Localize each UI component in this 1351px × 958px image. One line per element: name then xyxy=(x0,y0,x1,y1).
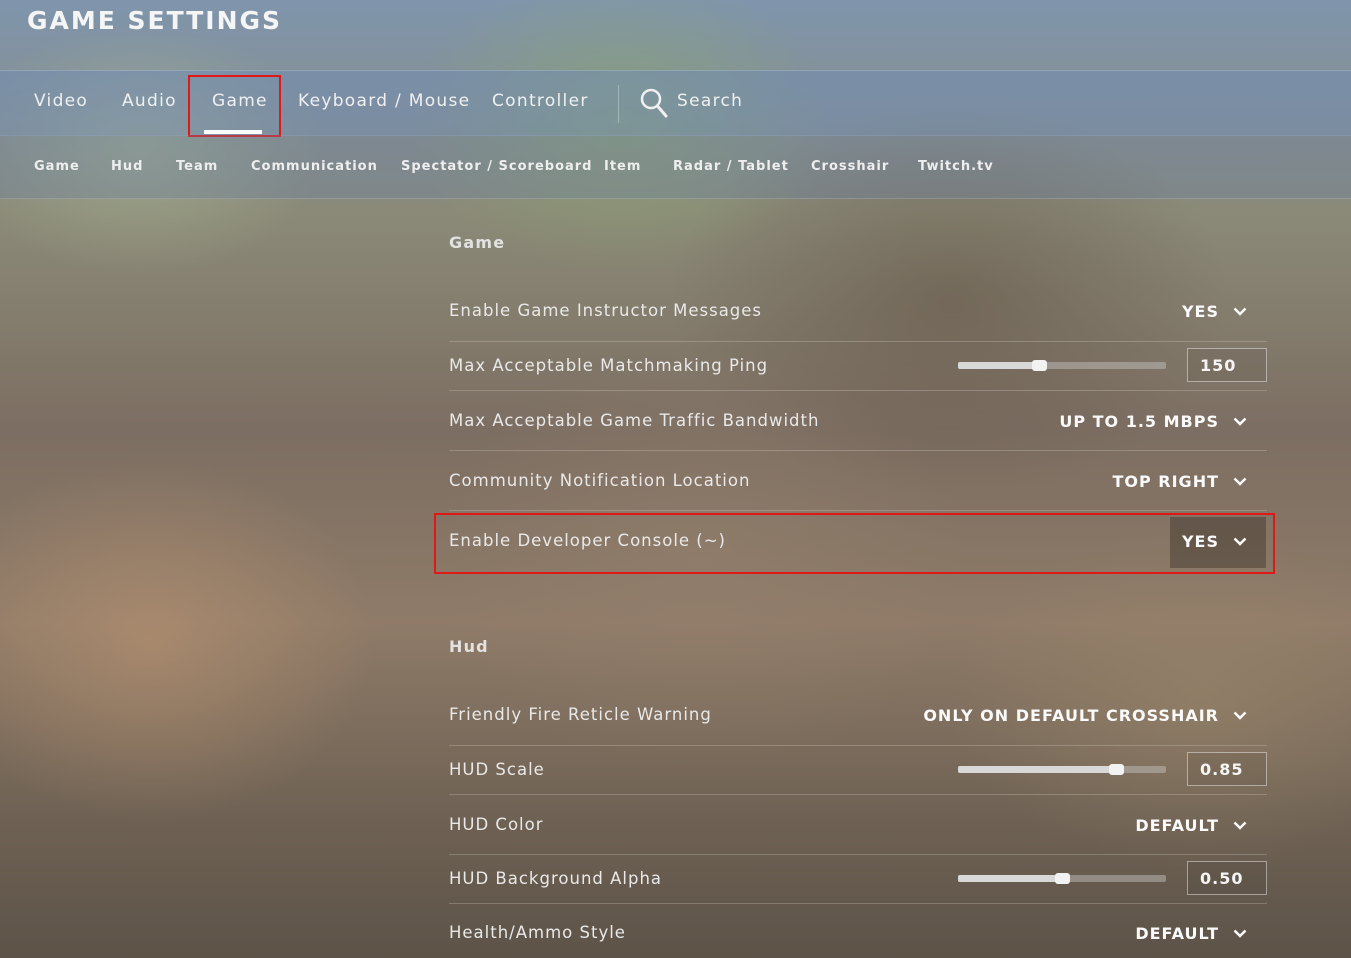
hud-color-dropdown[interactable]: DEFAULT xyxy=(1135,816,1247,835)
subtab-hud[interactable]: Hud xyxy=(111,159,143,174)
enable-instructor-dropdown[interactable]: YES xyxy=(1182,302,1247,321)
setting-label: Max Acceptable Game Traffic Bandwidth xyxy=(449,411,820,430)
slider-fill xyxy=(958,362,1040,369)
slider-handle[interactable] xyxy=(1055,873,1070,884)
tab-keyboard-mouse[interactable]: Keyboard / Mouse xyxy=(298,91,470,111)
setting-row: HUD Color DEFAULT xyxy=(449,794,1267,855)
setting-row: Max Acceptable Matchmaking Ping 150 xyxy=(449,341,1267,391)
slider-fill xyxy=(958,875,1062,882)
tab-game-highlight xyxy=(188,75,281,137)
page-title: GAME SETTINGS xyxy=(27,6,283,35)
hud-scale-slider[interactable] xyxy=(958,764,1166,775)
tab-divider xyxy=(618,85,619,123)
slider-handle[interactable] xyxy=(1032,360,1048,371)
dropdown-value: UP TO 1.5 MBPS xyxy=(1059,412,1219,431)
hud-scale-input[interactable]: 0.85 xyxy=(1187,752,1267,786)
dropdown-value: DEFAULT xyxy=(1135,816,1219,835)
setting-label: Enable Game Instructor Messages xyxy=(449,301,763,320)
subtab-game[interactable]: Game xyxy=(34,159,80,174)
setting-row: Enable Game Instructor Messages YES xyxy=(449,287,1267,342)
setting-row: HUD Background Alpha 0.50 xyxy=(449,854,1267,904)
search-button[interactable]: Search xyxy=(677,91,743,111)
subtab-team[interactable]: Team xyxy=(176,159,218,174)
health-ammo-style-dropdown[interactable]: DEFAULT xyxy=(1135,924,1247,943)
setting-label: HUD Scale xyxy=(449,760,545,779)
matchmaking-ping-slider[interactable] xyxy=(958,360,1166,371)
section-title-hud: Hud xyxy=(449,637,489,656)
tab-controller[interactable]: Controller xyxy=(492,91,589,111)
chevron-down-icon xyxy=(1233,477,1247,486)
setting-label: Community Notification Location xyxy=(449,471,751,490)
subtab-radar-tablet[interactable]: Radar / Tablet xyxy=(673,159,789,174)
section-title-game: Game xyxy=(449,233,506,252)
setting-label: Health/Ammo Style xyxy=(449,923,626,942)
setting-label: Friendly Fire Reticle Warning xyxy=(449,705,712,724)
search-icon[interactable] xyxy=(640,88,668,118)
slider-handle[interactable] xyxy=(1109,764,1125,775)
setting-row: HUD Scale 0.85 xyxy=(449,745,1267,795)
chevron-down-icon xyxy=(1233,929,1247,938)
hud-background-alpha-input[interactable]: 0.50 xyxy=(1187,861,1267,895)
slider-fill xyxy=(958,766,1117,773)
tab-audio[interactable]: Audio xyxy=(122,91,177,111)
sub-tab-bar: Game Hud Team Communication Spectator / … xyxy=(0,135,1351,199)
chevron-down-icon xyxy=(1233,711,1247,720)
developer-console-highlight xyxy=(434,513,1275,574)
setting-row: Health/Ammo Style DEFAULT xyxy=(449,903,1267,958)
notification-location-dropdown[interactable]: TOP RIGHT xyxy=(1112,472,1247,491)
chevron-down-icon xyxy=(1233,307,1247,316)
setting-row: Community Notification Location TOP RIGH… xyxy=(449,450,1267,511)
setting-label: HUD Background Alpha xyxy=(449,869,663,888)
dropdown-value: TOP RIGHT xyxy=(1112,472,1219,491)
subtab-communication[interactable]: Communication xyxy=(251,159,378,174)
setting-row: Friendly Fire Reticle Warning ONLY ON DE… xyxy=(449,691,1267,746)
hud-background-alpha-slider[interactable] xyxy=(958,873,1166,884)
chevron-down-icon xyxy=(1233,417,1247,426)
subtab-item[interactable]: Item xyxy=(604,159,641,174)
dropdown-value: DEFAULT xyxy=(1135,924,1219,943)
subtab-spectator-scoreboard[interactable]: Spectator / Scoreboard xyxy=(401,159,593,174)
chevron-down-icon xyxy=(1233,821,1247,830)
tab-video[interactable]: Video xyxy=(34,91,88,111)
setting-row: Max Acceptable Game Traffic Bandwidth UP… xyxy=(449,390,1267,451)
setting-label: HUD Color xyxy=(449,815,544,834)
matchmaking-ping-input[interactable]: 150 xyxy=(1187,348,1267,382)
subtab-crosshair[interactable]: Crosshair xyxy=(811,159,889,174)
subtab-twitch-tv[interactable]: Twitch.tv xyxy=(918,159,994,174)
setting-label: Max Acceptable Matchmaking Ping xyxy=(449,356,769,375)
friendly-fire-warning-dropdown[interactable]: ONLY ON DEFAULT CROSSHAIR xyxy=(923,706,1247,725)
dropdown-value: ONLY ON DEFAULT CROSSHAIR xyxy=(923,706,1219,725)
dropdown-value: YES xyxy=(1181,302,1219,321)
bandwidth-dropdown[interactable]: UP TO 1.5 MBPS xyxy=(1059,412,1247,431)
